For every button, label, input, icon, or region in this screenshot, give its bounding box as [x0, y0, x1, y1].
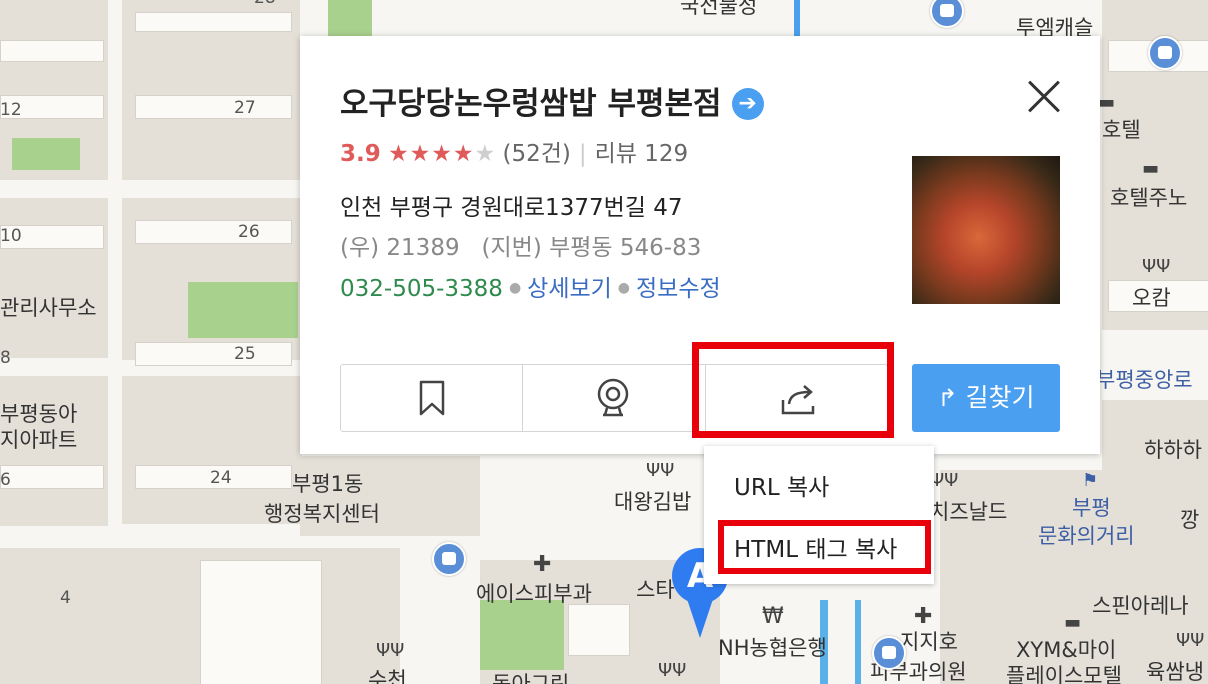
map-label-nh-bank: NH농협은행 [718, 636, 827, 660]
map-label-lot-26: 26 [238, 222, 260, 242]
map-label-lot-27: 27 [234, 98, 256, 118]
bank-won-icon: ₩ [762, 604, 784, 629]
map-label-daewang-kimbap: 대왕김밥 [614, 490, 692, 514]
hotel-bed-icon: ▬ [1098, 92, 1116, 113]
map-label-dongah-green: 동아그린 [492, 672, 570, 684]
restaurant-fork-icon: ΨΨ [1176, 630, 1205, 651]
map-label-lot-8: 8 [0, 348, 11, 368]
map-label-spinarena: 스핀아레나 [1092, 594, 1189, 618]
map-label-lot-28: 28 [254, 0, 276, 8]
map-label-apartment: 지아파트 [0, 428, 78, 452]
map-label-bupyeong1dong: 부평1동 [292, 472, 364, 496]
map-label-ace-dermatology: 에이스피부과 [476, 582, 592, 606]
map-label-lot-24: 24 [210, 468, 232, 488]
map-label-management-office: 관리사무소 [0, 296, 97, 320]
map-label-yukssam: 육쌈냉 [1146, 660, 1204, 684]
map-label-star: 스타 [636, 578, 675, 602]
map-label-kkang: 깡 [1180, 508, 1200, 532]
map-label-admin-center: 행정복지센터 [264, 502, 380, 526]
go-arrow-icon[interactable]: ➔ [731, 88, 764, 120]
map-label-lot-6: 6 [0, 470, 11, 490]
restaurant-fork-icon: ΨΨ [1142, 256, 1171, 277]
map-label-xym-2: 플레이스모텔 [1006, 664, 1122, 684]
detail-link[interactable]: 상세보기 [527, 276, 612, 302]
share-highlight-box [692, 342, 894, 438]
lot-address: (지번) 부평동 546-83 [481, 235, 702, 261]
place-title[interactable]: 오구당당논우렁쌈밥 부평본점 ➔ [340, 78, 764, 123]
map-label-lot-10: 10 [0, 226, 22, 246]
close-button[interactable] [1026, 78, 1062, 114]
rating-row: 3.9 ★★★★★ (52건) | 리뷰 129 [340, 134, 688, 168]
restaurant-fork-icon: ΨΨ [646, 460, 675, 481]
directions-arrow-icon: ↱ [937, 384, 958, 412]
copy-url-item[interactable]: URL 복사 [734, 468, 829, 502]
hospital-cross-icon: ✚ [533, 552, 552, 577]
dot-separator: ● [617, 280, 631, 296]
directions-button[interactable]: ↱ 길찾기 [912, 364, 1060, 432]
restaurant-fork-icon: ΨΨ [376, 640, 405, 661]
bus-stop-icon[interactable] [432, 542, 466, 576]
map-label-bupyeong-jungang-ro: 부평중앙로 [1096, 368, 1193, 392]
hospital-cross-icon: ✚ [914, 604, 933, 629]
map-label-lot-25: 25 [234, 344, 256, 364]
map-label-hotel: 호텔 [1102, 118, 1141, 142]
flag-icon: ⚑ [1082, 470, 1099, 491]
rating-star-empty: ★ [474, 141, 496, 167]
hotel-bed-icon: ▬ [1142, 158, 1160, 179]
map-label-okam: 오캄 [1132, 286, 1171, 310]
rating-score: 3.9 [340, 141, 381, 167]
restaurant-fork-icon: ΨΨ [658, 660, 687, 681]
edit-info-link[interactable]: 정보수정 [636, 276, 721, 302]
bus-stop-icon[interactable] [1148, 36, 1182, 70]
map-label-sucheon: 수천 [368, 668, 407, 684]
contact-row: 032-505-3388 ● 상세보기 ● 정보수정 [340, 269, 721, 303]
motel-bed-icon: ▬ [1064, 612, 1082, 633]
map-label-hahaha: 하하하 [1144, 438, 1202, 462]
map-label-building: 국선물성 [680, 0, 758, 18]
rating-stars-filled: ★★★★ [388, 141, 475, 167]
map-label-culture-street-1: 부평 [1072, 496, 1111, 520]
map-label-hotel-juno: 호텔주노 [1110, 186, 1188, 210]
map-label-lot-4: 4 [60, 588, 71, 608]
map-label-lot-12: 12 [0, 100, 22, 120]
rating-count[interactable]: (52건) [502, 141, 570, 167]
restaurant-fork-icon: ΨΨ [930, 470, 959, 491]
dot-separator: ● [508, 280, 522, 296]
place-photo[interactable] [912, 156, 1060, 304]
road-address: 인천 부평구 경원대로1377번길 47 [340, 195, 683, 221]
directions-label: 길찾기 [965, 383, 1035, 412]
html-tag-highlight-box [718, 520, 931, 574]
bookmark-button[interactable] [341, 365, 524, 431]
map-label-clinic-1: 지지호 [900, 630, 958, 654]
map-label-cheese: 치즈날드 [930, 500, 1008, 524]
roadview-camera-icon [598, 378, 629, 417]
phone-number[interactable]: 032-505-3388 [340, 276, 503, 302]
divider: | [578, 141, 587, 167]
bookmark-icon [419, 380, 445, 416]
roadview-button[interactable] [523, 365, 706, 431]
place-name[interactable]: 오구당당논우렁쌈밥 부평본점 [340, 86, 722, 122]
bus-stop-icon[interactable] [872, 636, 906, 670]
review-link[interactable]: 리뷰 129 [595, 141, 689, 167]
sub-address: (우) 21389 (지번) 부평동 546-83 [340, 228, 701, 262]
map-label-culture-street-2: 문화의거리 [1038, 524, 1135, 548]
postal-code: (우) 21389 [340, 235, 460, 261]
